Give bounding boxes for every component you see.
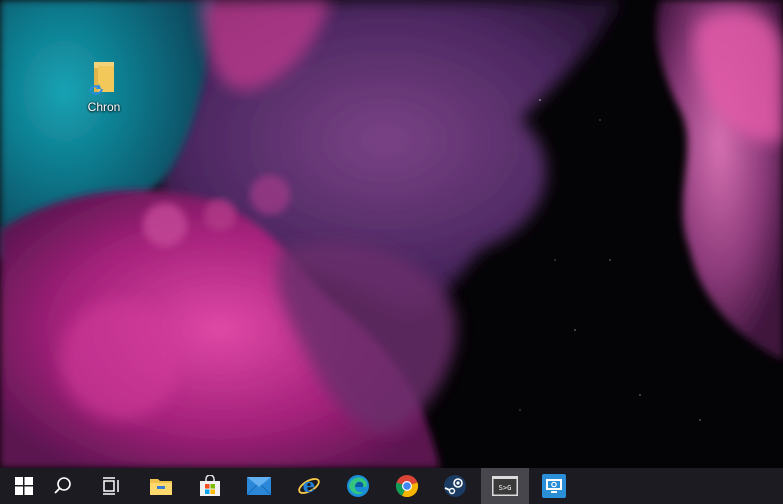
taskbar-steam[interactable]	[431, 468, 479, 504]
steam-icon	[444, 475, 466, 497]
desktop-icon-chron[interactable]: Chron	[72, 58, 136, 130]
taskbar: e S>G	[0, 468, 783, 504]
desktop-icon-label: Chron	[87, 100, 121, 114]
taskbar-edge[interactable]	[334, 468, 382, 504]
taskbar-terminal-app[interactable]: S>G	[481, 468, 529, 504]
remote-desktop-icon	[542, 474, 566, 498]
taskbar-remote-desktop[interactable]	[530, 468, 578, 504]
windows-start-icon	[15, 477, 33, 495]
search-icon	[54, 477, 71, 494]
task-view-button[interactable]	[87, 468, 135, 504]
internet-explorer-icon: e	[298, 474, 320, 497]
taskbar-microsoft-store[interactable]	[186, 468, 234, 504]
taskbar-mail[interactable]	[235, 468, 283, 504]
edge-icon	[347, 475, 369, 497]
chrome-icon	[395, 475, 419, 498]
terminal-app-icon: S>G	[492, 476, 518, 496]
task-view-icon	[103, 477, 119, 495]
svg-text:S>G: S>G	[499, 484, 512, 492]
taskbar-internet-explorer[interactable]: e	[285, 468, 333, 504]
taskbar-chrome[interactable]	[383, 468, 431, 504]
file-explorer-icon	[150, 479, 172, 495]
search-button[interactable]	[39, 468, 87, 504]
taskbar-file-explorer[interactable]	[137, 468, 185, 504]
microsoft-store-icon	[200, 475, 220, 496]
folder-sync-icon	[86, 58, 122, 98]
mail-icon	[247, 477, 271, 495]
svg-text:e: e	[303, 474, 316, 497]
